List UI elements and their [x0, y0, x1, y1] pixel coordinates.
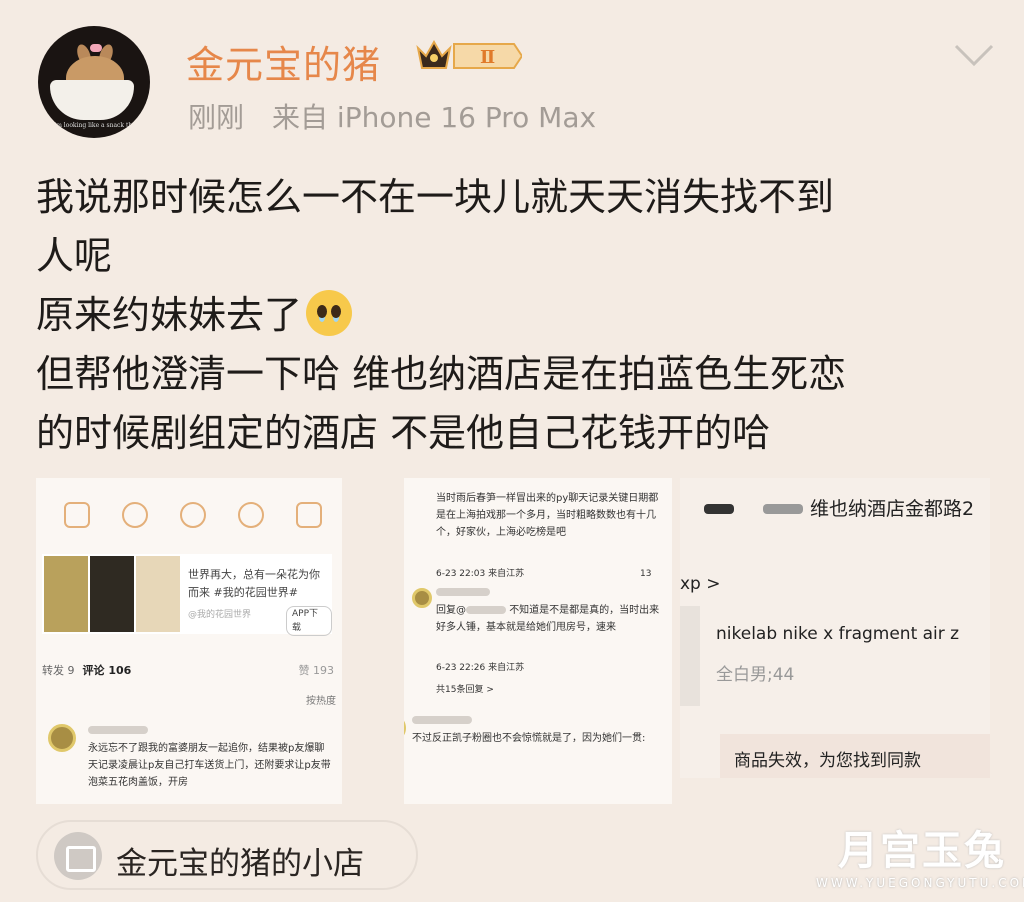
commenter-avatar	[412, 588, 432, 608]
commenter-name	[412, 712, 472, 729]
comment-text: 永远忘不了跟我的富婆朋友一起追你，结果被p友爆聊天记录凌晨让p友自己打车送货上门…	[88, 743, 331, 788]
post-line-text: 原来约妹妹去了	[36, 293, 303, 337]
ad-image	[136, 556, 180, 632]
attached-image-2[interactable]: 当时雨后春笋一样冒出来的py聊天记录关键日期都是在上海拍戏那一个多月，当时粗略数…	[404, 478, 672, 804]
ad-text: 世界再大，总有一朵花为你而来 #我的花园世界#	[188, 568, 320, 599]
qq-icon	[238, 502, 264, 528]
bow-decoration	[90, 44, 102, 52]
reply-time: 6-23 22:26 来自江苏	[436, 663, 525, 673]
pleading-face-icon	[306, 290, 353, 336]
wechat-icon	[122, 502, 148, 528]
chevron-down-icon[interactable]	[952, 40, 996, 70]
post-line: 原来约妹妹去了	[36, 286, 996, 345]
commenter-avatar	[48, 724, 76, 752]
shop-link: xp >	[680, 574, 721, 594]
comment-like-count: 13	[640, 569, 652, 579]
product-name: nikelab nike x fragment air z	[716, 624, 960, 644]
avatar-caption: I'm looking like a snack tho	[52, 122, 136, 129]
post-text: 我说那时候怎么一不在一块儿就天天消失找不到 人呢 原来约妹妹去了 但帮他澄清一下…	[36, 168, 996, 463]
comment-time: 6-23 22:03 来自江苏	[436, 569, 525, 579]
post-line: 的时候剧组定的酒店 不是他自己花钱开的哈	[36, 411, 771, 455]
ad-download-button: APP下载	[286, 606, 332, 636]
repost-count: 转发 9	[42, 664, 75, 677]
sort-toggle: 按热度	[306, 696, 336, 707]
comment-count: 评论 106	[82, 664, 132, 677]
post-source: 来自 iPhone 16 Pro Max	[272, 101, 597, 134]
like-count: 赞 193	[298, 664, 335, 677]
note-icon	[296, 502, 322, 528]
commenter-name	[436, 584, 490, 601]
shop-icon	[54, 832, 102, 880]
reply-prefix: 回复@	[436, 605, 466, 616]
comment-tabs: 转发 9 评论 106 赞 193	[42, 662, 338, 678]
crown-badge-icon[interactable]: Ⅱ	[414, 36, 522, 76]
hotel-address: 维也纳酒店金都路2	[810, 498, 975, 520]
attached-image-1[interactable]: 世界再大，总有一朵花为你而来 #我的花园世界# @我的花园世界 APP下载 转发…	[36, 478, 342, 804]
ad-image	[44, 556, 88, 632]
ad-source: @我的花园世界	[188, 610, 252, 620]
watermark-url: WWW.YUEGONGYUTU.COM	[816, 876, 1024, 890]
bowl-image	[50, 80, 134, 120]
post-line: 但帮他澄清一下哈 维也纳酒店是在拍蓝色生死恋	[36, 352, 847, 396]
commenter-name	[88, 722, 148, 739]
blurred-header	[704, 498, 804, 517]
shop-button[interactable]: 金元宝的猪的小店	[36, 820, 418, 890]
commenter-avatar	[404, 714, 406, 742]
watermark-logo: 月宫玉兔	[838, 828, 1006, 874]
post-line: 我说那时候怎么一不在一块儿就天天消失找不到	[36, 175, 835, 219]
post-meta: 刚刚 来自 iPhone 16 Pro Max	[188, 96, 596, 136]
invalid-item-notice: 商品失效，为您找到同款	[734, 751, 921, 771]
reply-text: 回复@ 不知道是不是都是真的，当时出来好多人锤，基本就是给她们甩房号，速来	[436, 602, 662, 636]
avatar[interactable]: I'm looking like a snack tho	[38, 26, 150, 138]
shop-label: 金元宝的猪的小店	[116, 846, 364, 882]
post-time: 刚刚	[188, 101, 245, 134]
badge-level: Ⅱ	[480, 47, 495, 68]
ad-card: 世界再大，总有一朵花为你而来 #我的花园世界# @我的花园世界 APP下载	[42, 554, 332, 636]
comment-text: 当时雨后春笋一样冒出来的py聊天记录关键日期都是在上海拍戏那一个多月，当时粗略数…	[436, 493, 659, 538]
v-icon	[64, 502, 90, 528]
product-detail: 全白男;44	[716, 665, 795, 685]
attached-image-3[interactable]: 维也纳酒店金都路2 xp > nikelab nike x fragment a…	[680, 478, 990, 778]
product-image	[680, 606, 700, 706]
ad-image	[90, 556, 134, 632]
moments-icon	[180, 502, 206, 528]
comment-text: 不过反正凯子粉圈也不会惊慌就是了，因为她们一贯:	[412, 733, 646, 744]
more-replies-link: 共15条回复 >	[436, 685, 494, 695]
username[interactable]: 金元宝的猪	[186, 34, 381, 89]
post-line: 人呢	[36, 234, 113, 278]
share-icon-row	[64, 502, 322, 528]
